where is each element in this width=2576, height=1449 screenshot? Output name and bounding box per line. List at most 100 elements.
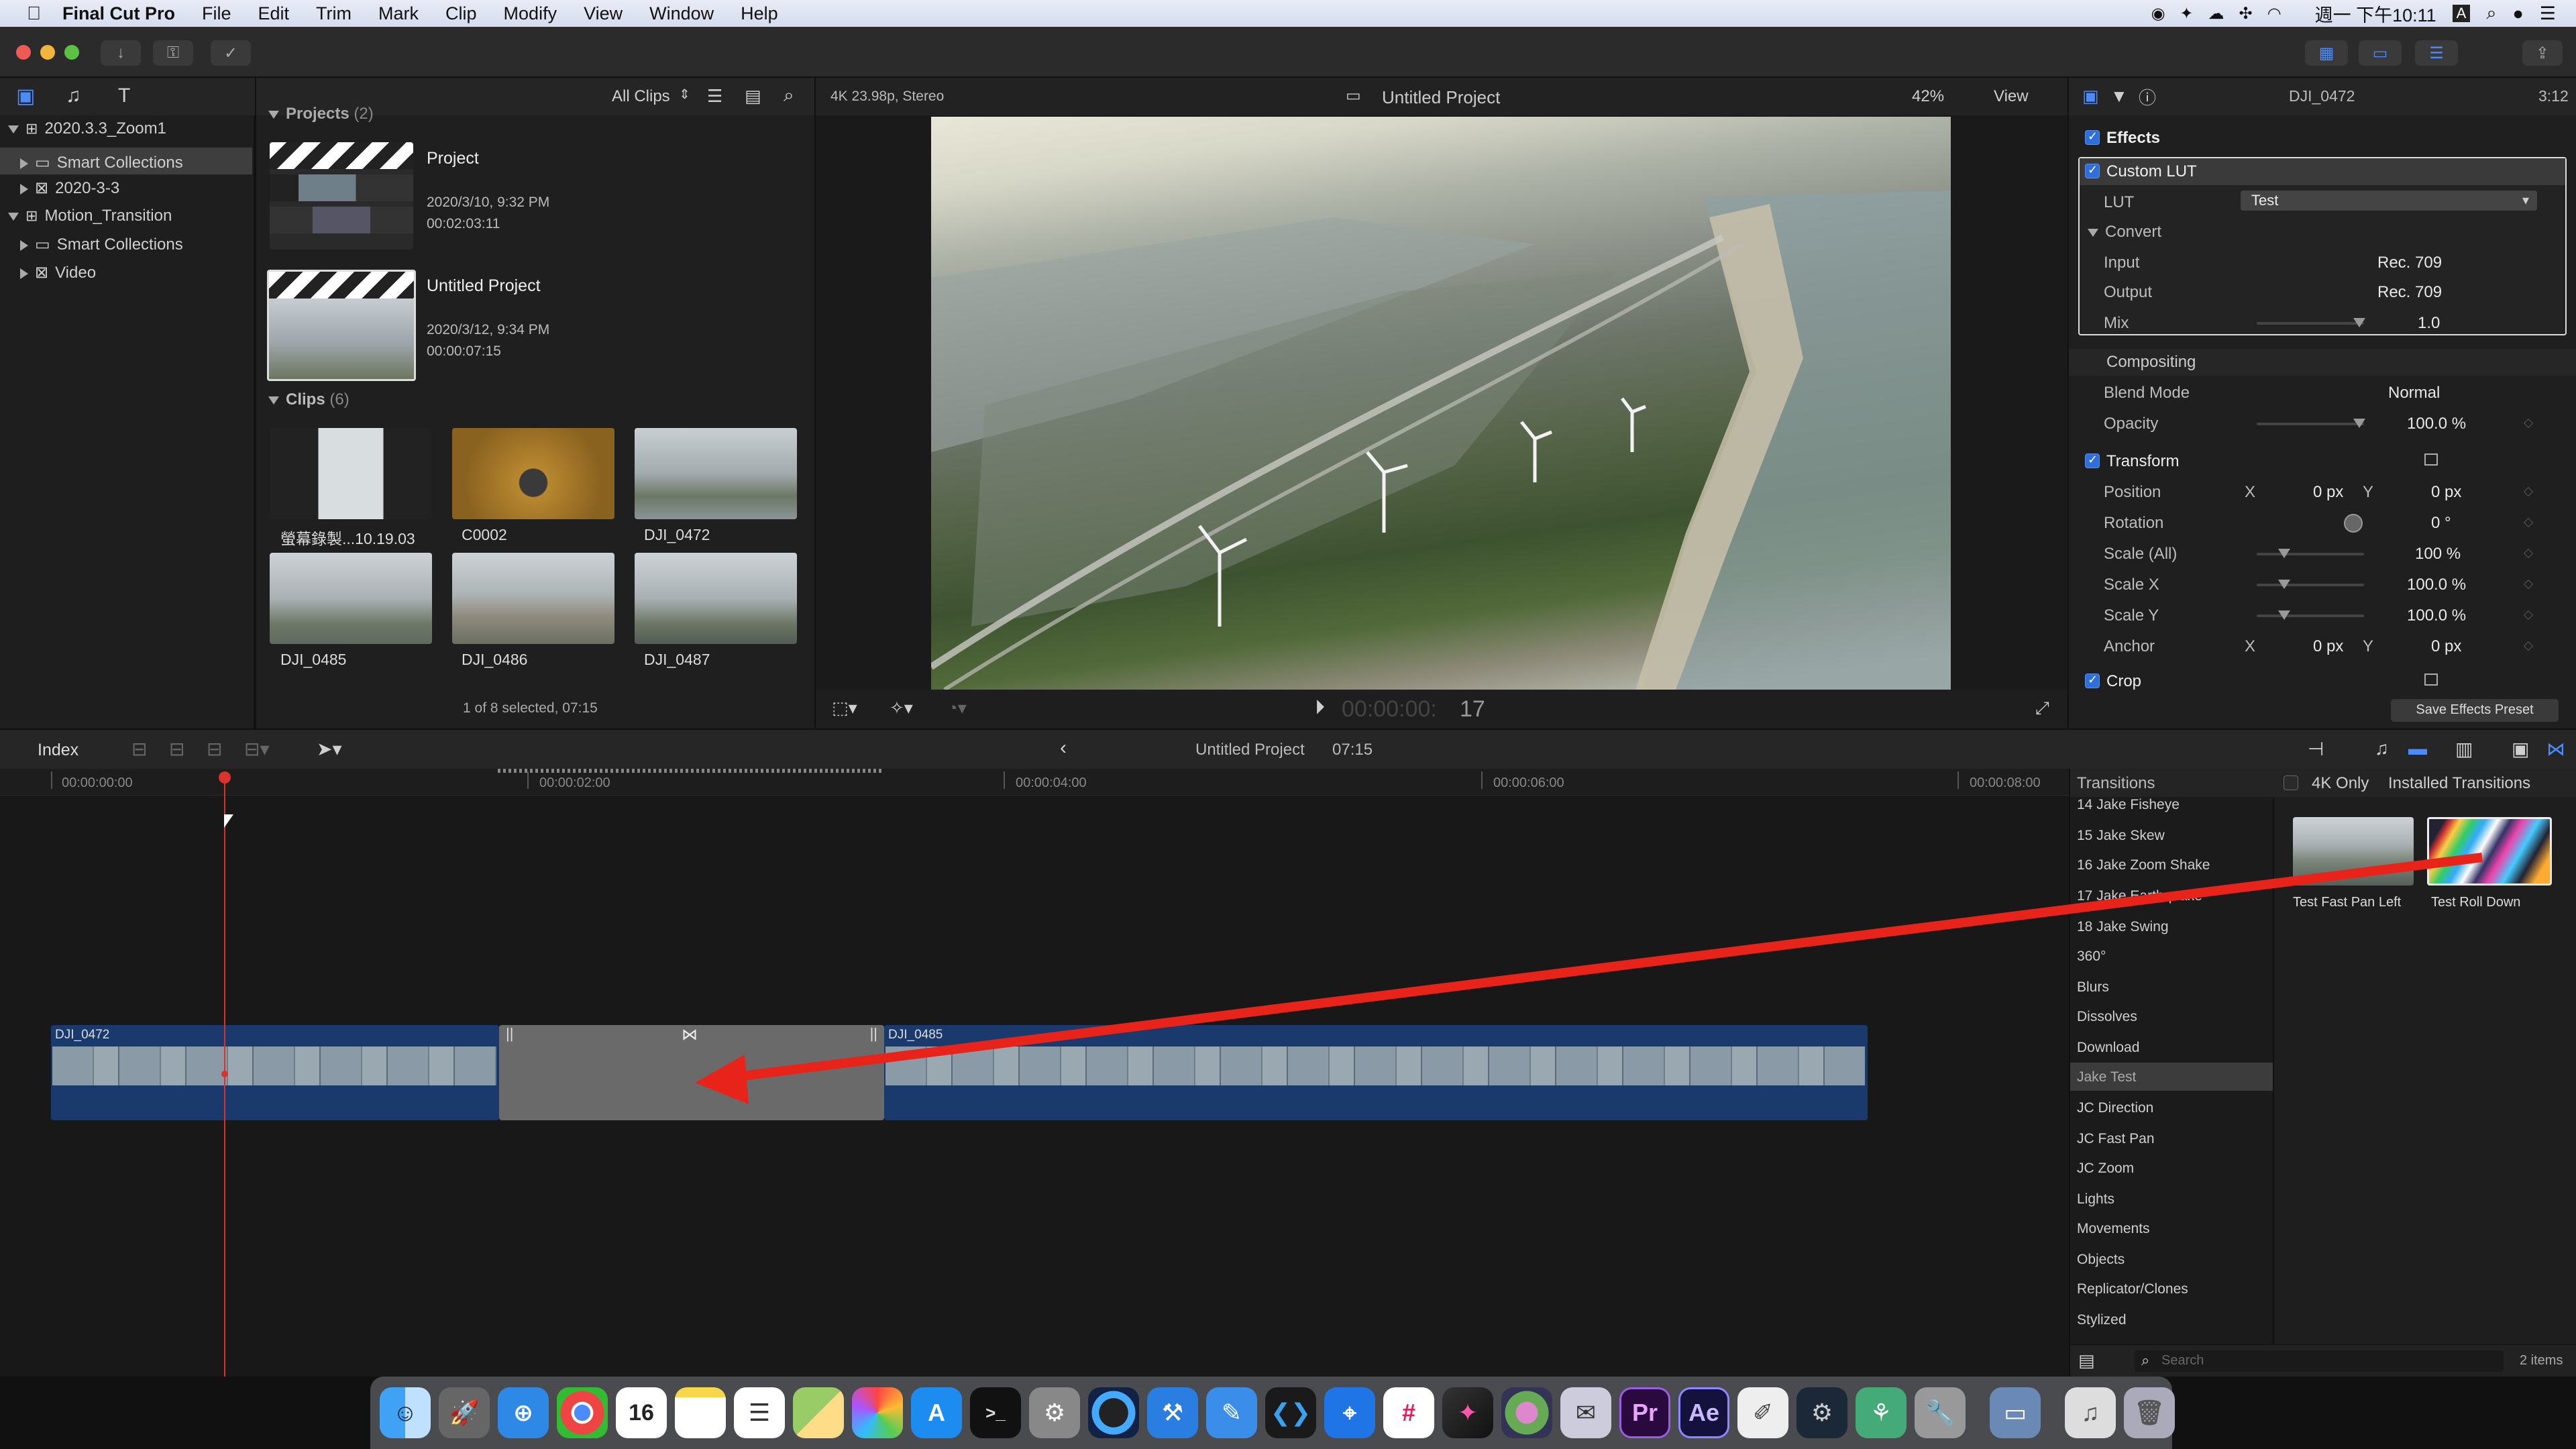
mix-value[interactable]: 1.0 <box>2418 314 2440 333</box>
installed-transitions-dropdown[interactable]: Installed Transitions <box>2388 774 2530 793</box>
clip-thumbnail[interactable] <box>452 428 614 519</box>
opacity-slider-knob[interactable] <box>2353 419 2365 428</box>
project-thumbnail[interactable] <box>270 142 413 250</box>
transform-menu-icon[interactable]: ⬚▾ <box>832 698 857 718</box>
transition-category[interactable]: Movements <box>2077 1221 2150 1237</box>
scale-y-value[interactable]: 100.0 % <box>2407 606 2466 625</box>
show-timeline-toggle[interactable]: ▭ <box>2359 40 2402 66</box>
scale-y-slider-knob[interactable] <box>2278 610 2290 620</box>
position-keyframe-button[interactable] <box>2523 486 2534 497</box>
minimize-window-button[interactable] <box>40 45 55 60</box>
siri-icon[interactable]: ● <box>2512 3 2523 24</box>
after-effects-icon[interactable]: Ae <box>1678 1387 1729 1438</box>
transition-category[interactable]: 15 Jake Skew <box>2077 828 2165 844</box>
scale-y-keyframe-button[interactable] <box>2523 610 2534 621</box>
show-browser-toggle[interactable]: ▦ <box>2305 40 2348 66</box>
save-effects-preset-button[interactable]: Save Effects Preset <box>2391 699 2559 722</box>
audio-skimming-icon[interactable]: ♫ <box>2375 738 2389 759</box>
sidebar-toggle-icon[interactable]: ▤ <box>2078 1350 2095 1371</box>
mix-slider[interactable] <box>2257 322 2364 325</box>
color-inspector-icon[interactable]: ▼ <box>2110 86 2128 107</box>
projects-section-header[interactable]: Projects (2) <box>268 105 374 123</box>
search-icon[interactable]: ⌕ <box>784 85 794 107</box>
transition-category[interactable]: Objects <box>2077 1252 2125 1268</box>
menu-clip[interactable]: Clip <box>445 3 477 24</box>
music-folder-icon[interactable]: ♫ <box>2065 1387 2116 1438</box>
libraries-icon[interactable]: ▣ <box>16 85 35 108</box>
spotlight-icon[interactable]: ⌕ <box>2486 3 2496 24</box>
clip-thumbnail[interactable] <box>270 553 432 644</box>
opacity-slider[interactable] <box>2257 423 2364 425</box>
show-inspector-toggle[interactable]: ☰ <box>2415 40 2458 66</box>
scale-all-keyframe-button[interactable] <box>2523 548 2534 559</box>
viewer-zoom-dropdown[interactable]: 42% <box>1912 87 1944 106</box>
premiere-pro-icon[interactable]: Pr <box>1619 1387 1670 1438</box>
quicktime-icon[interactable] <box>1088 1387 1139 1438</box>
position-x-value[interactable]: 0 px <box>2313 483 2343 502</box>
fullscreen-icon[interactable]: ⤢ <box>2035 698 2049 719</box>
transition-thumbnail[interactable] <box>2293 817 2414 885</box>
transition-category[interactable]: JC Zoom <box>2077 1161 2134 1177</box>
launchpad-icon[interactable]: 🚀 <box>439 1387 490 1438</box>
compressor-icon[interactable]: ⚘ <box>1856 1387 1907 1438</box>
search-field[interactable]: ⌕ Search <box>2135 1350 2504 1372</box>
anchor-y-value[interactable]: 0 px <box>2431 637 2461 656</box>
clip-skimming-icon[interactable]: ⊣ <box>2308 738 2324 760</box>
transition-category-selected[interactable]: Jake Test <box>2077 1069 2136 1085</box>
transition-thumbnail[interactable] <box>2427 817 2552 885</box>
menu-window[interactable]: Window <box>649 3 714 24</box>
overwrite-clip-icon[interactable]: ⊟▾ <box>244 738 270 760</box>
menu-edit[interactable]: Edit <box>258 3 290 24</box>
chrome-icon[interactable] <box>557 1387 608 1438</box>
transition-category[interactable]: JC Fast Pan <box>2077 1131 2155 1147</box>
rotation-value[interactable]: 0 ° <box>2431 514 2451 533</box>
position-y-value[interactable]: 0 px <box>2431 483 2461 502</box>
menubar-clock[interactable]: 週一 下午10:11 <box>2315 1 2436 27</box>
system-preferences-icon[interactable]: ⚙ <box>1029 1387 1080 1438</box>
transition-placeholder[interactable]: || ⋈ || <box>499 1025 884 1120</box>
browser-effects-icon[interactable]: ⋈ <box>2546 738 2565 760</box>
vscode-icon[interactable]: ❮❯ <box>1265 1387 1316 1438</box>
steam-icon[interactable]: ⚙ <box>1796 1387 1847 1438</box>
transition-category[interactable]: 17 Jake Earthquake <box>2077 888 2202 904</box>
transition-category[interactable]: 16 Jake Zoom Shake <box>2077 857 2210 873</box>
library-item[interactable]: ⊞ Motion_Transition <box>8 207 172 225</box>
terminal-icon[interactable]: >_ <box>970 1387 1021 1438</box>
opacity-keyframe-button[interactable] <box>2523 418 2534 429</box>
play-button[interactable]: ⏵ <box>1315 696 1325 719</box>
sidebar-item-smart-collections[interactable]: ▭ Smart Collections <box>20 235 183 254</box>
zoom-window-button[interactable] <box>64 45 79 60</box>
transition-category[interactable]: 18 Jake Swing <box>2077 919 2169 935</box>
import-button[interactable]: ↓ <box>101 40 141 66</box>
finder-icon[interactable]: ☺ <box>380 1387 431 1438</box>
clip-appearance-icon[interactable]: ▤ <box>745 86 761 107</box>
clip-thumbnail[interactable] <box>452 553 614 644</box>
slack-icon[interactable]: # <box>1383 1387 1434 1438</box>
utilities-icon[interactable]: 🔧 <box>1915 1387 1966 1438</box>
background-tasks-button[interactable]: ✓ <box>211 40 251 66</box>
solo-icon[interactable]: ▬ <box>2408 738 2427 759</box>
scale-y-slider[interactable] <box>2257 614 2364 617</box>
timeline-index-button[interactable]: Index <box>38 741 78 760</box>
video-inspector-icon[interactable]: ▣ <box>2082 86 2099 107</box>
share-button[interactable]: ⇪ <box>2522 40 2563 66</box>
rotation-dial[interactable] <box>2344 514 2363 533</box>
scale-all-slider[interactable] <box>2257 553 2364 555</box>
scale-x-slider-knob[interactable] <box>2278 580 2290 589</box>
maps-pin-icon[interactable]: ⌖ <box>1324 1387 1375 1438</box>
clip-thumbnail[interactable] <box>635 553 797 644</box>
enhancements-menu-icon[interactable]: ✧▾ <box>890 698 913 718</box>
transition-category[interactable]: Dissolves <box>2077 1009 2137 1025</box>
clip-thumbnail[interactable] <box>635 428 797 519</box>
transition-category[interactable]: Blurs <box>2077 979 2109 996</box>
titles-generators-icon[interactable]: T <box>118 85 130 107</box>
convert-label[interactable]: Convert <box>2088 223 2161 241</box>
snapping-icon[interactable]: ▥ <box>2455 738 2473 760</box>
4k-only-checkbox[interactable] <box>2284 775 2298 790</box>
trash-icon[interactable]: 🗑 <box>2124 1387 2175 1438</box>
transition-handle-left[interactable]: || <box>506 1025 513 1042</box>
sidebar-item-event[interactable]: ⊠ 2020-3-3 <box>20 178 119 198</box>
safari-icon[interactable]: ⊕ <box>498 1387 549 1438</box>
xcode-icon[interactable]: ⚒ <box>1147 1387 1198 1438</box>
blend-mode-dropdown[interactable]: Normal <box>2388 384 2440 402</box>
